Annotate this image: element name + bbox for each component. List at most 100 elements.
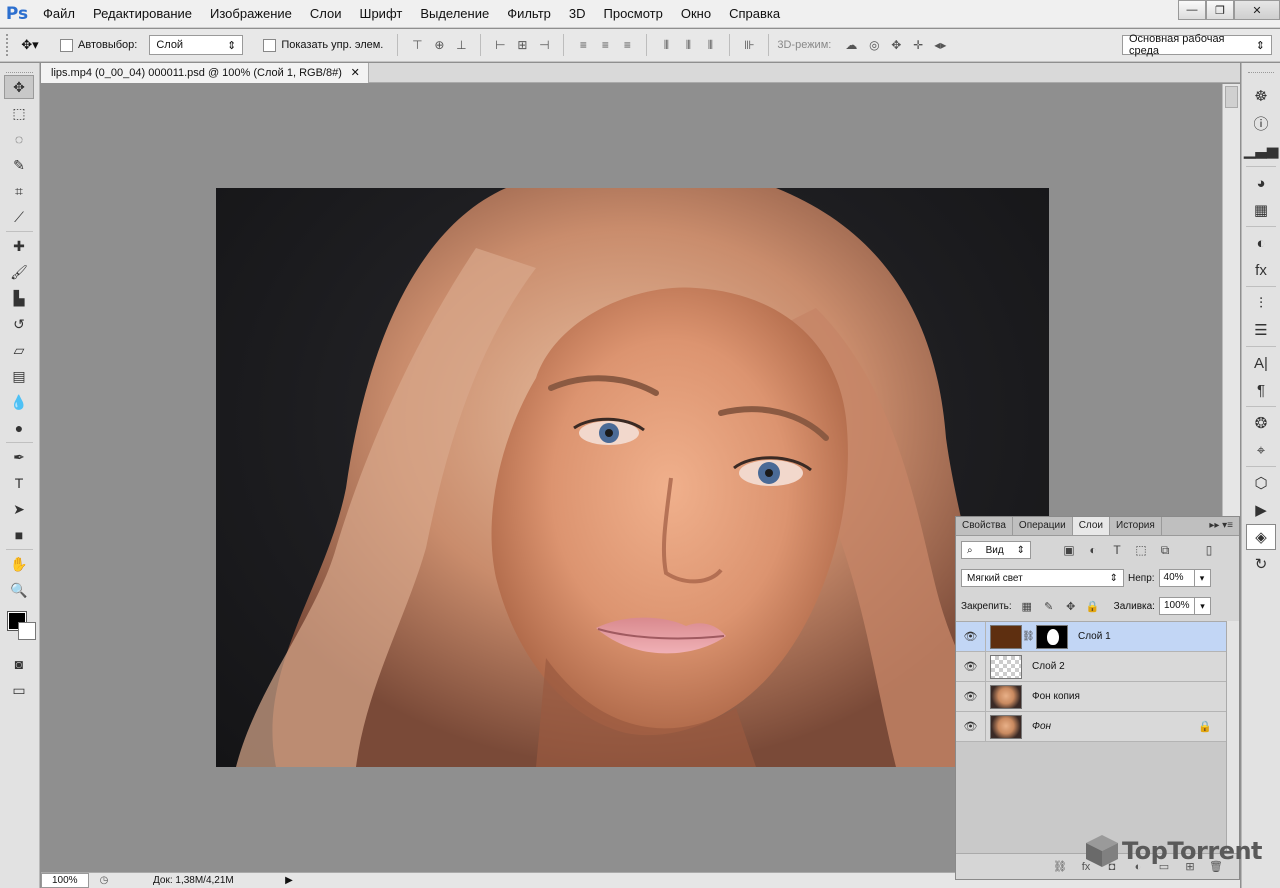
layer-row[interactable]: 👁 Слой 2 bbox=[956, 651, 1226, 682]
blur-tool-icon[interactable]: 💧 bbox=[4, 390, 34, 414]
brush-tool-icon[interactable]: 🖌 bbox=[4, 260, 34, 284]
zoom-tool-icon[interactable]: 🔍 bbox=[4, 578, 34, 602]
brush-presets-icon[interactable]: ⫶ bbox=[1246, 290, 1276, 316]
layers-scrollbar[interactable] bbox=[1226, 621, 1239, 853]
filter-type-icon[interactable]: T bbox=[1105, 541, 1129, 559]
auto-align-icon[interactable]: ⊪ bbox=[738, 34, 760, 56]
lock-pixels-icon[interactable]: ✎ bbox=[1038, 597, 1060, 615]
layer-name[interactable]: Фон bbox=[1032, 721, 1051, 732]
distribute-bottom-icon[interactable]: ≡ bbox=[616, 34, 638, 56]
visibility-eye-icon[interactable]: 👁 bbox=[956, 621, 986, 652]
screen-mode-icon[interactable]: ▭ bbox=[4, 678, 34, 702]
brush-settings-icon[interactable]: ☰ bbox=[1246, 317, 1276, 343]
lock-transparency-icon[interactable]: ▦ bbox=[1016, 597, 1038, 615]
layer-thumbnail[interactable] bbox=[990, 654, 1022, 679]
3d-roll-icon[interactable]: ◎ bbox=[863, 34, 885, 56]
filter-pixel-icon[interactable]: ▣ bbox=[1057, 541, 1081, 559]
hand-tool-icon[interactable]: ✋ bbox=[4, 552, 34, 576]
paths-icon[interactable]: ⌖ bbox=[1246, 437, 1276, 463]
auto-select-dropdown[interactable]: Слой ⇕ bbox=[149, 35, 244, 55]
tools-grip[interactable] bbox=[6, 63, 33, 73]
eraser-tool-icon[interactable]: ▱ bbox=[4, 338, 34, 362]
visibility-eye-icon[interactable]: 👁 bbox=[956, 651, 986, 682]
lasso-tool-icon[interactable]: ◌ bbox=[4, 127, 34, 151]
gradient-tool-icon[interactable]: ▤ bbox=[4, 364, 34, 388]
filter-smart-object-icon[interactable]: ⧉ bbox=[1153, 541, 1177, 559]
show-transform-controls-checkbox[interactable] bbox=[263, 38, 277, 52]
distribute-right-icon[interactable]: ⫴ bbox=[699, 34, 721, 56]
auto-select-checkbox[interactable] bbox=[60, 38, 73, 52]
move-tool-icon[interactable]: ✥ bbox=[4, 75, 34, 99]
align-top-icon[interactable]: ⊤ bbox=[406, 34, 428, 56]
link-layers-icon[interactable]: ⛓ bbox=[1047, 860, 1073, 873]
layers-icon[interactable]: ◈ bbox=[1246, 524, 1276, 550]
3d-icon[interactable]: ⬡ bbox=[1246, 470, 1276, 496]
layer-name[interactable]: Слой 1 bbox=[1078, 631, 1111, 642]
menu-help[interactable]: Справка bbox=[720, 0, 789, 28]
menu-layers[interactable]: Слои bbox=[301, 0, 351, 28]
layer-row[interactable]: 👁 ⛓ Слой 1 bbox=[956, 621, 1226, 652]
rectangle-tool-icon[interactable]: ■ bbox=[4, 523, 34, 547]
menu-file[interactable]: Файл bbox=[34, 0, 84, 28]
align-bottom-icon[interactable]: ⊥ bbox=[450, 34, 472, 56]
tab-layers[interactable]: Слои bbox=[1072, 517, 1111, 535]
adjustments-icon[interactable]: ◐ bbox=[1246, 230, 1276, 256]
menu-edit[interactable]: Редактирование bbox=[84, 0, 201, 28]
menu-filter[interactable]: Фильтр bbox=[498, 0, 560, 28]
rectangular-marquee-tool-icon[interactable]: ⬚ bbox=[4, 101, 34, 125]
close-button[interactable]: ✕ bbox=[1234, 0, 1280, 20]
histogram-icon[interactable]: ▁▃▅ bbox=[1244, 137, 1279, 163]
eyedropper-tool-icon[interactable]: ⟋ bbox=[4, 205, 34, 229]
align-vcenter-icon[interactable]: ⊕ bbox=[428, 34, 450, 56]
align-left-icon[interactable]: ⊢ bbox=[489, 34, 511, 56]
lock-all-icon[interactable]: 🔒 bbox=[1082, 597, 1104, 615]
align-hcenter-icon[interactable]: ⊞ bbox=[511, 34, 533, 56]
fill-slider-arrow-icon[interactable]: ▾ bbox=[1194, 597, 1211, 615]
zoom-level-field[interactable]: 100% bbox=[41, 873, 89, 888]
panel-menu-icon[interactable]: ▸▸ ▾≡ bbox=[1209, 517, 1233, 535]
tab-history[interactable]: История bbox=[1110, 517, 1162, 535]
healing-brush-tool-icon[interactable]: ✚ bbox=[4, 234, 34, 258]
channels-icon[interactable]: ❂ bbox=[1246, 410, 1276, 436]
document-tab-close-icon[interactable]: ✕ bbox=[351, 63, 360, 83]
color-icon[interactable]: ◕ bbox=[1246, 170, 1276, 196]
visibility-eye-icon[interactable]: 👁 bbox=[956, 711, 986, 742]
layer-filter-dropdown[interactable]: ⌕ Вид ⇕ bbox=[961, 541, 1031, 559]
3d-slide-icon[interactable]: ✛ bbox=[907, 34, 929, 56]
workspace-dropdown[interactable]: Основная рабочая среда ⇕ bbox=[1122, 33, 1272, 57]
visibility-eye-icon[interactable]: 👁 bbox=[956, 681, 986, 712]
menu-type[interactable]: Шрифт bbox=[351, 0, 412, 28]
menu-3d[interactable]: 3D bbox=[560, 0, 595, 28]
layer-name[interactable]: Слой 2 bbox=[1032, 661, 1065, 672]
swatches-icon[interactable]: ▦ bbox=[1246, 197, 1276, 223]
align-right-icon[interactable]: ⊣ bbox=[533, 34, 555, 56]
filter-toggle-icon[interactable]: ▯ bbox=[1197, 541, 1221, 559]
distribute-top-icon[interactable]: ≡ bbox=[572, 34, 594, 56]
type-tool-icon[interactable]: T bbox=[4, 471, 34, 495]
menu-window[interactable]: Окно bbox=[672, 0, 720, 28]
layer-thumbnail[interactable] bbox=[990, 624, 1022, 649]
pen-tool-icon[interactable]: ✒ bbox=[4, 445, 34, 469]
lock-position-icon[interactable]: ✥ bbox=[1060, 597, 1082, 615]
tab-actions[interactable]: Операции bbox=[1013, 517, 1073, 535]
status-info-icon[interactable]: ◷ bbox=[95, 875, 113, 886]
document-image[interactable] bbox=[216, 188, 1049, 767]
background-color-swatch[interactable] bbox=[18, 622, 36, 640]
status-menu-arrow-icon[interactable]: ▶ bbox=[283, 875, 295, 886]
quick-selection-tool-icon[interactable]: ✎ bbox=[4, 153, 34, 177]
history-icon[interactable]: ↻ bbox=[1246, 551, 1276, 577]
filter-shape-icon[interactable]: ⬚ bbox=[1129, 541, 1153, 559]
opacity-slider-arrow-icon[interactable]: ▾ bbox=[1194, 569, 1211, 587]
opacity-field[interactable]: 40% bbox=[1158, 569, 1195, 587]
quick-mask-icon[interactable]: ◙ bbox=[4, 652, 34, 676]
paragraph-icon[interactable]: ¶ bbox=[1246, 377, 1276, 403]
fill-field[interactable]: 100% bbox=[1158, 597, 1195, 615]
filter-adjustment-icon[interactable]: ◐ bbox=[1081, 541, 1105, 559]
history-brush-tool-icon[interactable]: ↺ bbox=[4, 312, 34, 336]
timeline-icon[interactable]: ▶ bbox=[1246, 497, 1276, 523]
distribute-hcenter-icon[interactable]: ⫴ bbox=[677, 34, 699, 56]
3d-pan-icon[interactable]: ✥ bbox=[885, 34, 907, 56]
crop-tool-icon[interactable]: ⌗ bbox=[4, 179, 34, 203]
document-tab[interactable]: lips.mp4 (0_00_04) 000011.psd @ 100% (Сл… bbox=[41, 63, 369, 83]
menu-image[interactable]: Изображение bbox=[201, 0, 301, 28]
